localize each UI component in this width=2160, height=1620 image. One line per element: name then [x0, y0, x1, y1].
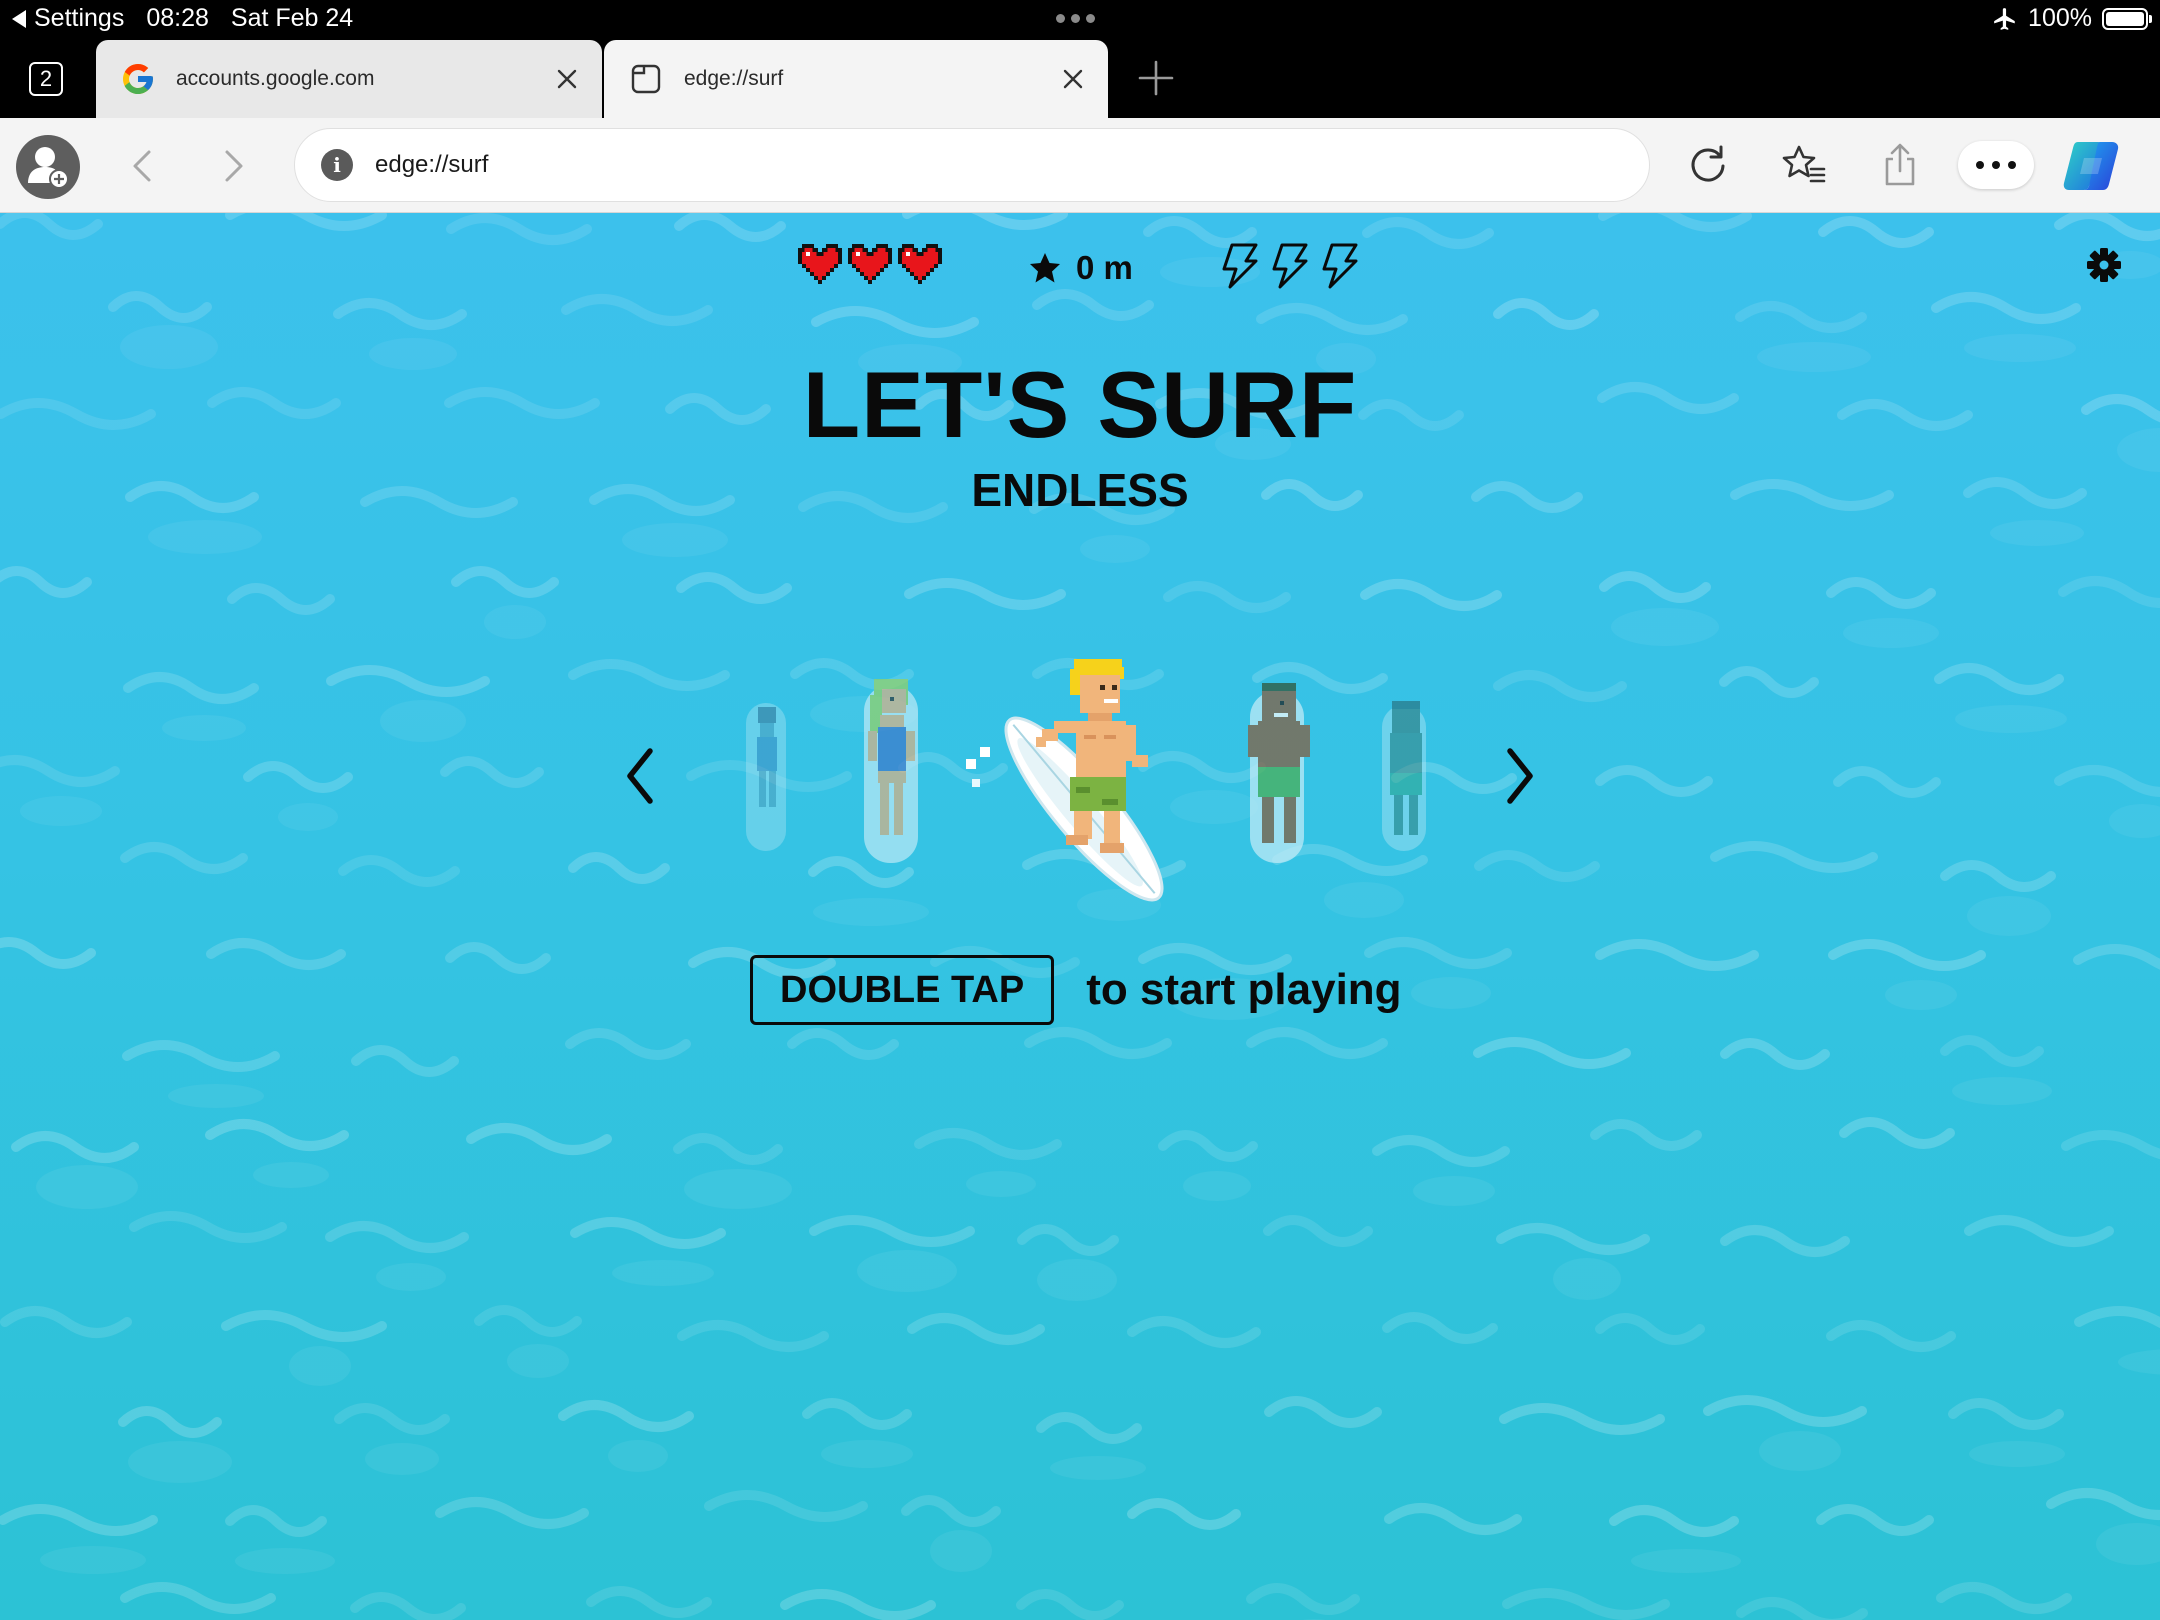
back-icon[interactable]: [124, 146, 164, 186]
lives-hearts: [798, 243, 942, 293]
character-selected-surfer[interactable]: [966, 659, 1176, 911]
character-option-far-left[interactable]: [736, 697, 796, 857]
status-date: Sat Feb 24: [230, 4, 354, 32]
game-mode: ENDLESS: [971, 464, 1189, 516]
back-triangle-icon: [12, 9, 26, 28]
lightning-bolt-icon: [1322, 243, 1358, 289]
more-icon[interactable]: [1958, 141, 2034, 189]
distance-value: 0 m: [1076, 249, 1133, 286]
tab-strip: 2 accounts.google.com edge://surf: [0, 40, 2160, 118]
close-icon[interactable]: [556, 68, 578, 90]
google-icon: [123, 64, 153, 94]
chevron-right-icon[interactable]: [1498, 743, 1542, 809]
page-icon: [631, 64, 661, 94]
start-prompt: DOUBLE TAP to start playing: [750, 955, 1402, 1025]
distance-counter: 0 m: [1028, 243, 1133, 293]
battery-icon: [2102, 7, 2152, 30]
character-option-right[interactable]: [1240, 679, 1314, 869]
tab-count-button[interactable]: 2: [29, 62, 63, 96]
profile-button[interactable]: [16, 135, 80, 199]
multitasking-dots[interactable]: [1056, 14, 1095, 23]
forward-icon[interactable]: [212, 146, 252, 186]
tab-label: accounts.google.com: [176, 67, 375, 90]
game-title: LET'S SURF: [802, 352, 1358, 457]
surf-game[interactable]: 0 m LET'S SURF ENDLESS DOUBLE TAP to sta…: [0, 213, 2160, 1620]
lightning-bolt-icon: [1272, 243, 1308, 289]
airplane-icon: [1994, 7, 2015, 30]
character-option-far-right[interactable]: [1374, 697, 1434, 857]
tab-accounts-google[interactable]: accounts.google.com: [96, 40, 602, 118]
browser-toolbar: i edge://surf: [0, 118, 2160, 213]
close-icon[interactable]: [1062, 68, 1084, 90]
plus-icon[interactable]: [1138, 60, 1174, 96]
back-to-app[interactable]: Settings: [12, 4, 124, 33]
boost-meter: [1216, 243, 1360, 293]
character-option-left[interactable]: [856, 675, 926, 870]
start-instruction: to start playing: [1086, 965, 1402, 1014]
refresh-icon[interactable]: [1685, 142, 1731, 188]
gear-icon[interactable]: [2086, 247, 2122, 283]
lightning-bolt-icon: [1222, 243, 1258, 289]
copilot-icon[interactable]: [2060, 138, 2122, 194]
battery-percent: 100%: [2028, 4, 2092, 32]
double-tap-button[interactable]: DOUBLE TAP: [750, 955, 1055, 1025]
address-bar[interactable]: i edge://surf: [294, 128, 1650, 202]
star-icon: [1030, 253, 1060, 283]
heart-icon: [848, 244, 892, 284]
chevron-left-icon[interactable]: [618, 743, 662, 809]
site-info-icon[interactable]: i: [321, 149, 353, 181]
heart-icon: [798, 244, 842, 284]
tab-edge-surf[interactable]: edge://surf: [604, 40, 1108, 118]
url-text[interactable]: edge://surf: [375, 151, 488, 179]
status-bar: Settings 08:28 Sat Feb 24 100%: [0, 0, 2160, 40]
heart-icon: [898, 244, 942, 284]
tab-label: edge://surf: [684, 67, 784, 90]
profile-icon: [28, 147, 69, 189]
back-app-label: Settings: [34, 4, 125, 32]
status-time: 08:28: [146, 4, 209, 32]
favorites-icon[interactable]: [1781, 142, 1827, 188]
share-icon[interactable]: [1877, 142, 1923, 188]
